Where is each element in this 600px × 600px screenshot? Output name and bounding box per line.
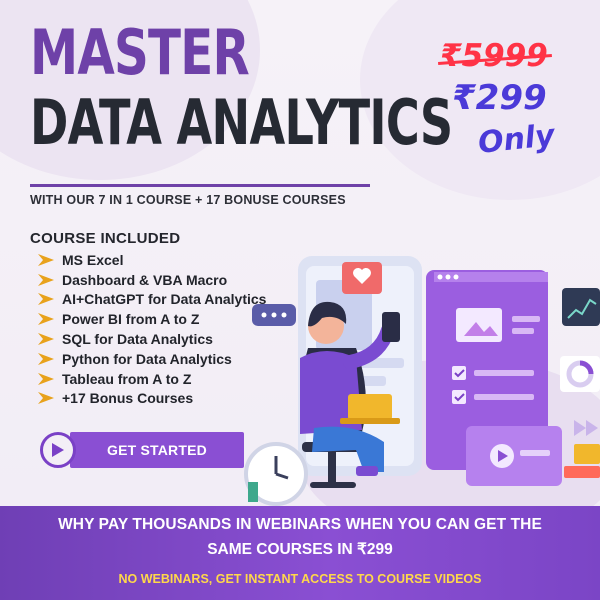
- course-item-label: Python for Data Analytics: [62, 350, 232, 367]
- subtitle: WITH OUR 7 IN 1 COURSE + 17 BONUSE COURS…: [30, 193, 346, 207]
- phone-icon: [382, 312, 400, 342]
- get-started-cta[interactable]: GET STARTED: [40, 432, 244, 468]
- get-started-button[interactable]: GET STARTED: [70, 432, 244, 468]
- arrow-bullet-icon: [38, 372, 54, 385]
- arrow-bullet-icon: [38, 293, 54, 306]
- course-item-label: SQL for Data Analytics: [62, 331, 213, 348]
- play-icon[interactable]: [40, 432, 76, 468]
- title-master: MASTER: [30, 16, 250, 89]
- course-item-label: MS Excel: [62, 251, 124, 268]
- course-item-label: Tableau from A to Z: [62, 370, 192, 387]
- banner-headline-line1: WHY PAY THOUSANDS IN WEBINARS WHEN YOU C…: [58, 516, 542, 533]
- arrow-bullet-icon: [38, 333, 54, 346]
- new-price: ₹299: [452, 78, 547, 118]
- course-item-label: Power BI from A to Z: [62, 311, 200, 328]
- course-heading: COURSE INCLUDED: [30, 230, 181, 247]
- banner-tagline: NO WEBINARS, GET INSTANT ACCESS TO COURS…: [118, 572, 482, 586]
- arrow-bullet-icon: [38, 352, 54, 365]
- arrow-bullet-icon: [38, 273, 54, 286]
- banner-headline-line2: SAME COURSES IN ₹299: [207, 541, 393, 558]
- title-underline: [30, 184, 370, 187]
- course-item-label: +17 Bonus Courses: [62, 390, 194, 407]
- line-chart-icon: [562, 288, 600, 326]
- promo-poster: MASTER DATA ANALYTICS WITH OUR 7 IN 1 CO…: [0, 0, 600, 600]
- arrow-bullet-icon: [38, 313, 54, 326]
- person-with-laptop-illustration: [244, 256, 600, 506]
- laptop-icon: [348, 394, 392, 420]
- arrow-bullet-icon: [38, 253, 54, 266]
- course-item-label: Dashboard & VBA Macro: [62, 271, 228, 288]
- title-data-analytics: DATA ANALYTICS: [30, 86, 453, 159]
- arrow-bullet-icon: [38, 392, 54, 405]
